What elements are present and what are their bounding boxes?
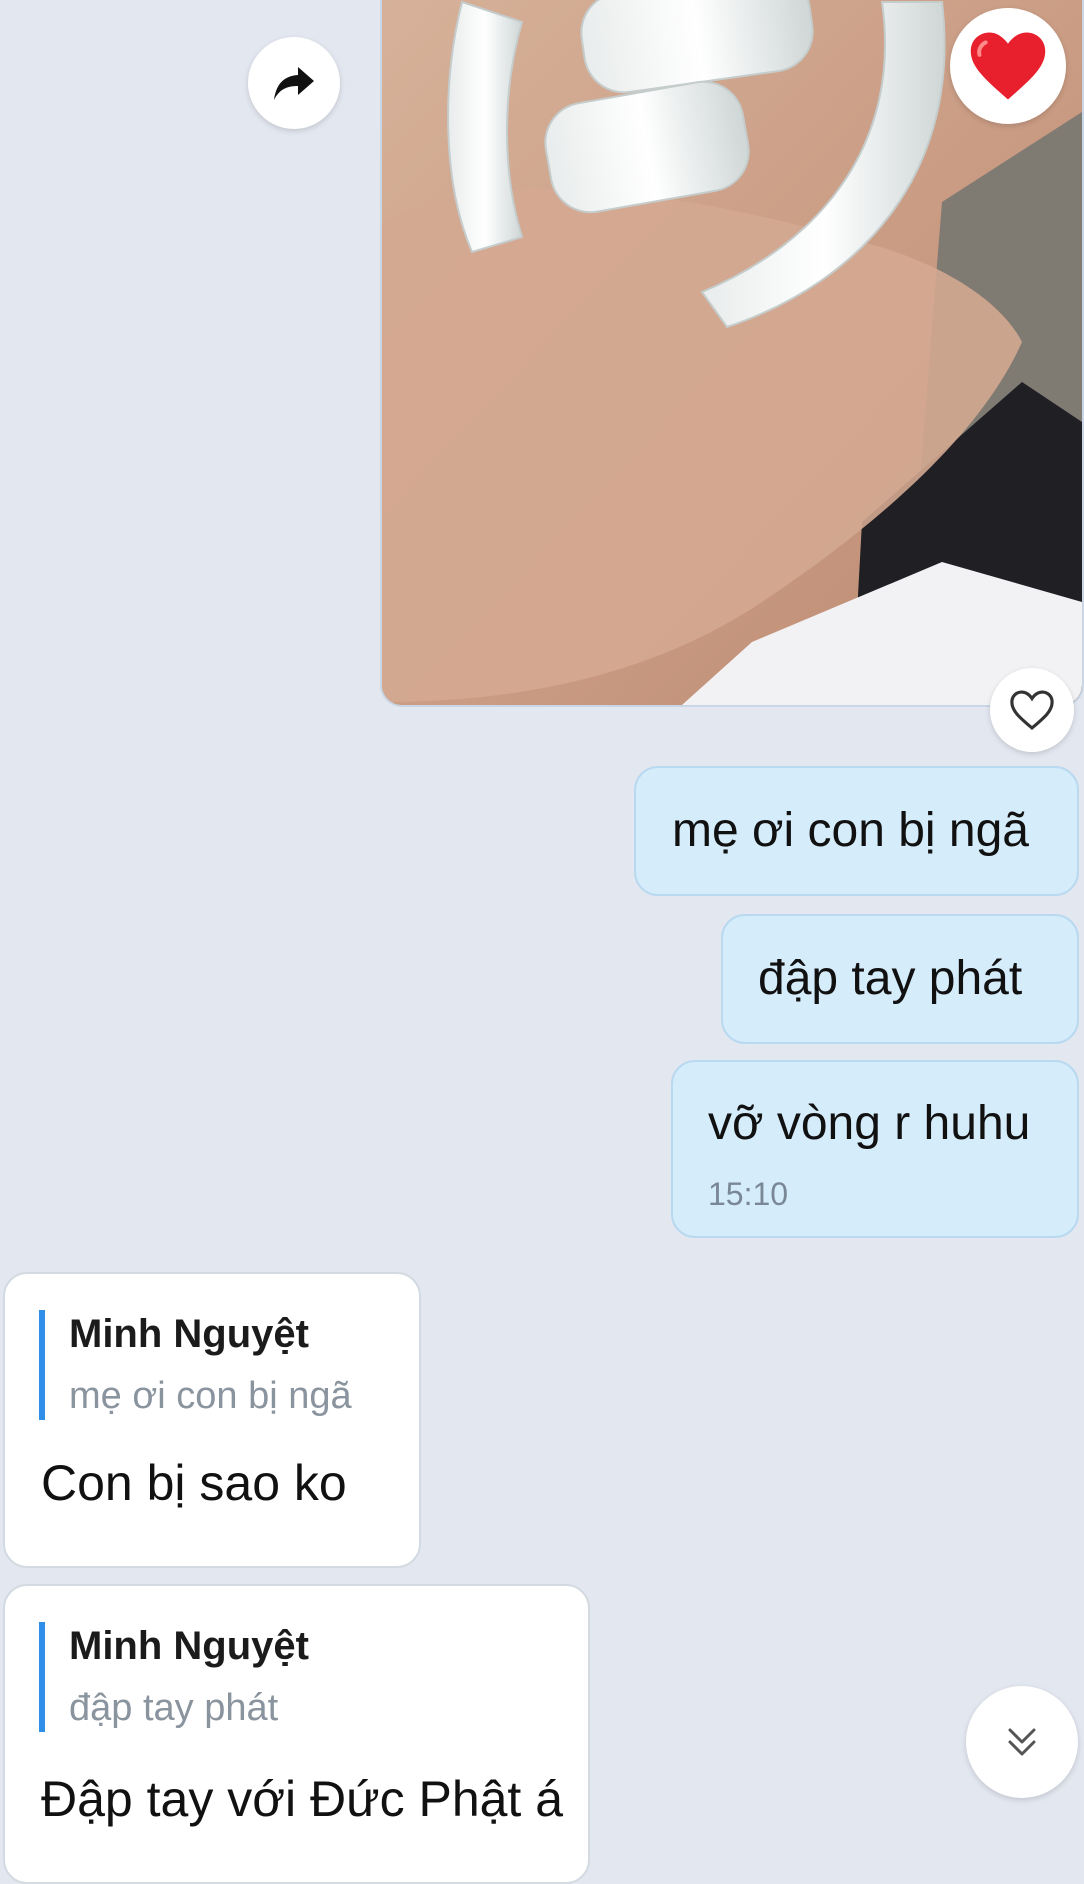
reply-quote[interactable]: Minh Nguyệt đập tay phát <box>39 1622 309 1732</box>
message-text: Con bị sao ko <box>41 1455 347 1511</box>
incoming-message[interactable]: Minh Nguyệt mẹ ơi con bị ngã Con bị sao … <box>3 1272 421 1568</box>
heart-outline-icon <box>1010 690 1054 731</box>
like-button[interactable] <box>990 668 1074 752</box>
quote-author: Minh Nguyệt <box>69 1624 309 1668</box>
quote-text: mẹ ơi con bị ngã <box>69 1375 352 1417</box>
incoming-message[interactable]: Minh Nguyệt đập tay phát Đập tay với Đức… <box>3 1584 590 1884</box>
share-button[interactable] <box>248 37 340 129</box>
share-icon <box>274 67 314 100</box>
reply-quote[interactable]: Minh Nguyệt mẹ ơi con bị ngã <box>39 1310 352 1420</box>
chevron-double-down-icon <box>1008 1728 1036 1756</box>
message-text: đập tay phát <box>758 952 1023 1005</box>
scroll-to-bottom-button[interactable] <box>966 1686 1078 1798</box>
quote-author: Minh Nguyệt <box>69 1312 309 1356</box>
message-text: Đập tay với Đức Phật á <box>41 1771 564 1827</box>
heart-icon <box>970 32 1046 100</box>
message-timestamp: 15:10 <box>708 1176 789 1212</box>
outgoing-message[interactable]: mẹ ơi con bị ngã <box>634 766 1079 896</box>
quote-text: đập tay phát <box>69 1687 279 1729</box>
outgoing-message[interactable]: đập tay phát <box>721 914 1079 1044</box>
reaction-badge[interactable] <box>950 8 1066 124</box>
outgoing-message[interactable]: vỡ vòng r huhu 15:10 <box>671 1060 1079 1238</box>
message-text: mẹ ơi con bị ngã <box>672 804 1029 857</box>
message-text: vỡ vòng r huhu <box>708 1097 1031 1150</box>
